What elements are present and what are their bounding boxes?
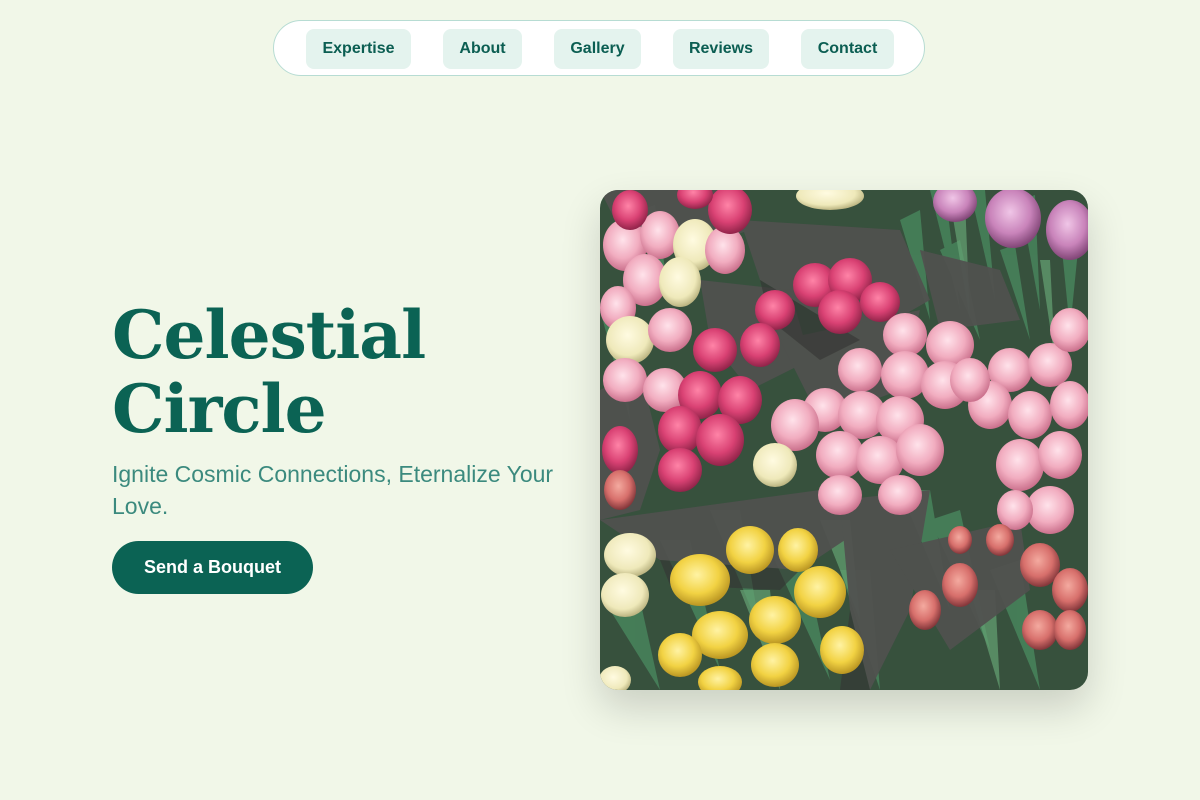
hero-title-line-2: Circle: [112, 370, 327, 448]
send-bouquet-button[interactable]: Send a Bouquet: [112, 541, 313, 594]
main-nav: Expertise About Gallery Reviews Contact: [273, 20, 925, 76]
nav-item-reviews[interactable]: Reviews: [673, 29, 769, 69]
nav-item-contact[interactable]: Contact: [801, 29, 894, 69]
tulip-bouquets-illustration: [600, 190, 1088, 690]
nav-item-expertise[interactable]: Expertise: [306, 29, 411, 69]
hero-title-line-1: Celestial: [112, 296, 426, 374]
nav-item-gallery[interactable]: Gallery: [554, 29, 641, 69]
nav-item-about[interactable]: About: [443, 29, 522, 69]
hero-title: Celestial Circle: [112, 298, 532, 446]
hero-image: [600, 190, 1088, 690]
hero-subtitle: Ignite Cosmic Connections, Eternalize Yo…: [112, 461, 554, 519]
